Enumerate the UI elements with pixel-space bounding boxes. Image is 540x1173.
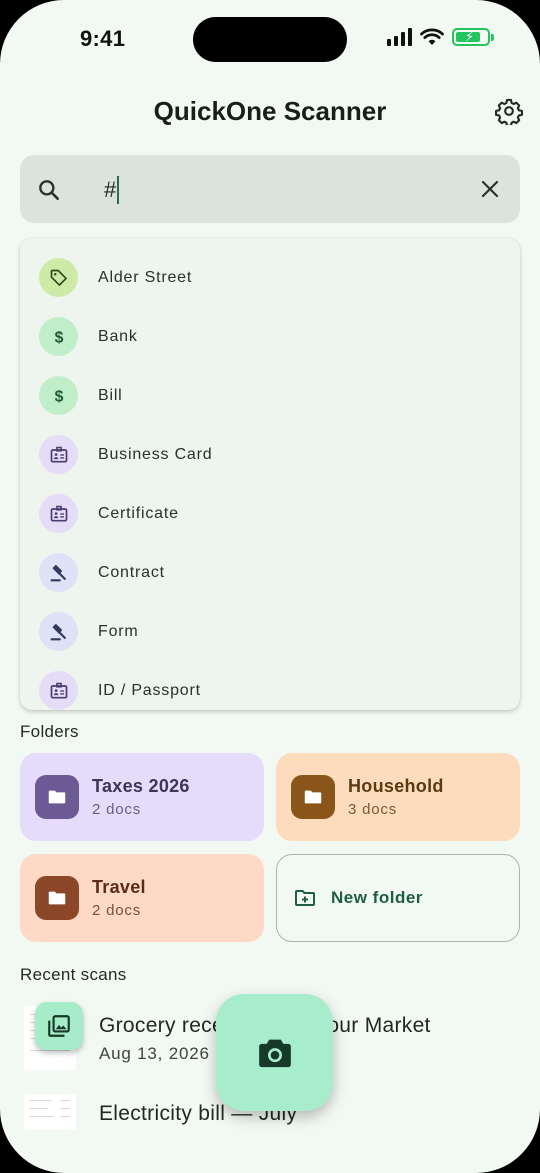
folder-card-travel[interactable]: Travel 2 docs [20, 854, 264, 942]
new-folder-button[interactable]: New folder [276, 854, 520, 942]
battery-icon: ⚡ [452, 28, 494, 46]
add-folder-icon [295, 890, 315, 906]
suggestion-item[interactable]: Form [20, 602, 520, 661]
folder-card-household[interactable]: Household 3 docs [276, 753, 520, 841]
gavel-icon [50, 623, 66, 640]
folders-heading: Folders [20, 722, 79, 741]
suggestion-label: ID / Passport [98, 681, 201, 699]
tag-suggestions-dropdown: Alder Street $ Bank $ Bill Business Card… [20, 238, 520, 710]
dynamic-island [193, 17, 347, 62]
folder-name: Taxes 2026 [92, 776, 190, 796]
suggestion-badge [39, 612, 78, 651]
gavel-icon [50, 564, 66, 581]
scan-thumbnail [24, 1094, 76, 1130]
folder-doc-count: 2 docs [92, 801, 141, 818]
suggestion-item[interactable]: ID / Passport [20, 661, 520, 720]
folder-icon [48, 891, 66, 905]
folder-name: Household [348, 776, 444, 796]
suggestion-badge [39, 435, 78, 474]
status-time: 9:41 [80, 26, 126, 51]
folder-name: Travel [92, 877, 146, 897]
suggestion-badge [39, 258, 78, 297]
suggestion-badge [39, 671, 78, 710]
suggestion-item[interactable]: Contract [20, 543, 520, 602]
import-from-gallery-button[interactable] [35, 1002, 83, 1050]
suggestion-label: Alder Street [98, 268, 193, 286]
svg-text:$: $ [54, 388, 63, 405]
folder-icon [48, 790, 66, 804]
folder-icon [304, 790, 322, 804]
folder-icon-badge [35, 775, 79, 819]
folder-doc-count: 2 docs [92, 902, 141, 919]
dollar-icon: $ [54, 329, 63, 346]
suggestion-item[interactable]: $ Bill [20, 366, 520, 425]
folder-card-taxes[interactable]: Taxes 2026 2 docs [20, 753, 264, 841]
suggestion-item[interactable]: Certificate [20, 484, 520, 543]
search-input[interactable]: # [104, 176, 120, 204]
wifi-icon [420, 28, 444, 45]
folder-icon-badge [291, 775, 335, 819]
suggestion-badge: $ [39, 317, 78, 356]
suggestion-item[interactable]: Alder Street [20, 248, 520, 307]
new-folder-label: New folder [331, 888, 423, 907]
gear-icon [495, 98, 523, 125]
suggestion-label: Certificate [98, 504, 179, 522]
suggestion-badge [39, 553, 78, 592]
camera-icon [258, 1039, 291, 1067]
suggestion-label: Form [98, 622, 139, 640]
text-cursor [117, 176, 120, 204]
settings-button[interactable] [494, 96, 524, 126]
search-icon [39, 180, 59, 200]
clear-search-icon[interactable] [478, 177, 502, 201]
app-title: QuickOne Scanner [153, 96, 387, 126]
search-query-text: # [104, 177, 117, 202]
folder-doc-count: 3 docs [348, 801, 397, 818]
svg-text:$: $ [54, 329, 63, 346]
folder-icon-badge [35, 876, 79, 920]
scan-camera-button[interactable] [216, 994, 333, 1111]
search-bar[interactable]: # [20, 155, 520, 223]
status-bar: 9:41 ⚡ [0, 0, 540, 80]
dollar-icon: $ [54, 388, 63, 405]
id-card-icon [50, 505, 67, 521]
suggestion-item[interactable]: Business Card [20, 425, 520, 484]
system-icons: ⚡ [387, 28, 494, 46]
suggestion-label: Contract [98, 563, 165, 581]
recent-scans-heading: Recent scans [20, 965, 127, 984]
id-card-icon [50, 446, 67, 462]
suggestion-badge [39, 494, 78, 533]
id-card-icon [50, 682, 67, 698]
gallery-icon [48, 1015, 70, 1037]
app-screen: 9:41 ⚡ QuickOne Scanner # Alder Street $… [0, 0, 540, 1173]
suggestion-badge: $ [39, 376, 78, 415]
suggestion-label: Business Card [98, 445, 213, 463]
suggestion-item[interactable]: $ Bank [20, 307, 520, 366]
cellular-signal-icon [387, 28, 412, 46]
suggestion-label: Bill [98, 386, 123, 404]
tag-icon [50, 269, 67, 286]
suggestion-label: Bank [98, 327, 138, 345]
